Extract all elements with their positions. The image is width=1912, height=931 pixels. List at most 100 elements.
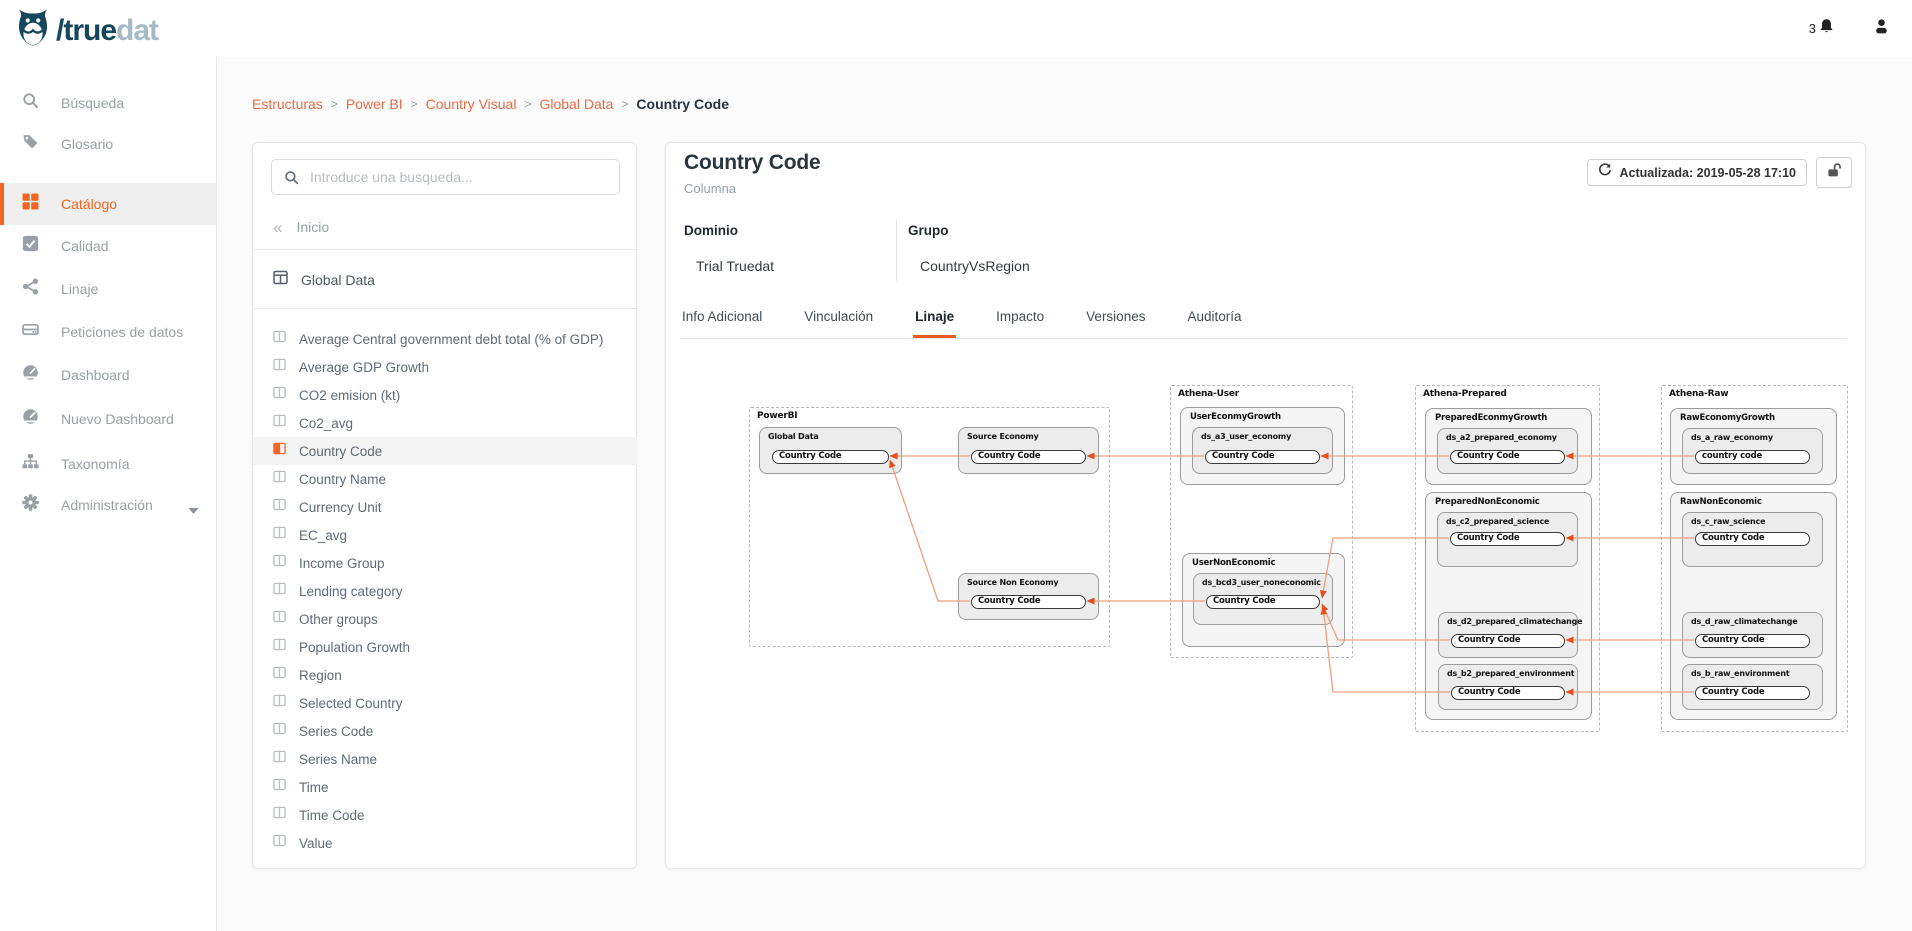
lineage-field-pill[interactable]: Country Code	[772, 450, 889, 464]
gauge-icon	[22, 408, 39, 430]
structure-item-selected[interactable]: Country Code	[253, 437, 637, 465]
refresh-updated-button[interactable]: Actualizada: 2019-05-28 17:10	[1587, 159, 1807, 186]
lineage-node[interactable]: ds_b2_prepared_environmentCountry Code	[1438, 664, 1578, 710]
lineage-field-pill[interactable]: Country Code	[1206, 595, 1320, 609]
lineage-node[interactable]: Source EconomyCountry Code	[958, 427, 1099, 474]
structure-item-label: CO2 emision (kt)	[299, 388, 400, 403]
columns-icon	[273, 582, 286, 600]
lineage-field-pill[interactable]: Country Code	[1695, 532, 1810, 546]
structure-item-label: Average Central government debt total (%…	[299, 332, 603, 347]
lineage-node[interactable]: ds_d_raw_climatechangeCountry Code	[1682, 612, 1823, 658]
columns-icon	[273, 554, 286, 572]
lineage-node[interactable]: Source Non EconomyCountry Code	[958, 573, 1099, 620]
columns-icon	[273, 638, 286, 656]
sidebar-item-busqueda[interactable]: Búsqueda	[0, 82, 217, 124]
structure-item[interactable]: Time Code	[253, 801, 637, 829]
lineage-node[interactable]: ds_a3_user_economy Country Code	[1192, 427, 1333, 474]
lineage-label: Athena-Raw	[1669, 389, 1728, 399]
detail-tabs: Info Adicional Vinculación Linaje Impact…	[680, 301, 1847, 339]
structure-item[interactable]: Value	[253, 829, 637, 857]
sidebar-item-linaje[interactable]: Linaje	[0, 268, 217, 310]
sidebar-item-administracion[interactable]: Administración	[0, 484, 217, 526]
lock-button[interactable]	[1816, 157, 1852, 188]
lineage-field-pill[interactable]: Country Code	[1695, 634, 1810, 648]
sidebar-item-glosario[interactable]: Glosario	[0, 123, 217, 165]
parent-structure-global-data[interactable]: Global Data	[273, 265, 375, 295]
breadcrumb-link[interactable]: Estructuras	[252, 96, 323, 112]
sidebar-item-taxonomia[interactable]: Taxonomía	[0, 443, 217, 485]
structure-item[interactable]: Currency Unit	[253, 493, 637, 521]
structure-item-label: Lending category	[299, 584, 403, 599]
lineage-node[interactable]: ds_b_raw_environmentCountry Code	[1682, 664, 1823, 710]
structure-item[interactable]: Population Growth	[253, 633, 637, 661]
lineage-node[interactable]: ds_c_raw_scienceCountry Code	[1682, 512, 1823, 567]
structure-item[interactable]: Other groups	[253, 605, 637, 633]
sidebar-item-dashboard[interactable]: Dashboard	[0, 354, 217, 396]
lineage-node[interactable]: ds_a2_prepared_economyCountry Code	[1437, 428, 1578, 474]
structure-item[interactable]: Region	[253, 661, 637, 689]
structure-item[interactable]: Time	[253, 773, 637, 801]
tab-versiones[interactable]: Versiones	[1084, 301, 1147, 338]
structure-item[interactable]: Series Code	[253, 717, 637, 745]
structure-item[interactable]: Income Group	[253, 549, 637, 577]
grupo-label: Grupo	[908, 223, 949, 238]
breadcrumb-link[interactable]: Country Visual	[426, 96, 517, 112]
sidebar-item-nuevo-dashboard[interactable]: Nuevo Dashboard	[0, 398, 217, 440]
lineage-field-pill[interactable]: Country Code	[1205, 450, 1320, 464]
lineage-label: PreparedEconmyGrowth	[1435, 413, 1547, 423]
columns-icon	[273, 750, 286, 768]
lineage-node[interactable]: ds_c2_prepared_scienceCountry Code	[1437, 512, 1578, 567]
breadcrumb-link[interactable]: Power BI	[346, 96, 403, 112]
structures-search	[271, 159, 620, 195]
search-input[interactable]	[310, 161, 610, 193]
structure-item[interactable]: Country Name	[253, 465, 637, 493]
columns-icon	[273, 806, 286, 824]
lineage-label: Global Data	[768, 432, 819, 441]
breadcrumb-link[interactable]: Global Data	[539, 96, 613, 112]
tab-vinculacion[interactable]: Vinculación	[802, 301, 875, 338]
tab-info-adicional[interactable]: Info Adicional	[680, 301, 764, 338]
lineage-label: UserNonEconomic	[1192, 558, 1275, 568]
user-menu-button[interactable]	[1873, 18, 1890, 40]
lineage-node[interactable]: ds_bcd3_user_noneconomicCountry Code	[1193, 573, 1333, 625]
lineage-field-pill[interactable]: Country Code	[971, 595, 1086, 609]
tab-auditoria[interactable]: Auditoría	[1185, 301, 1243, 338]
lineage-field-pill[interactable]: Country Code	[1451, 686, 1565, 700]
lineage-label: ds_a3_user_economy	[1201, 432, 1291, 441]
lineage-node[interactable]: ds_a_raw_economycountry code	[1682, 428, 1823, 474]
structure-item-label: Series Code	[299, 724, 373, 739]
tab-impacto[interactable]: Impacto	[994, 301, 1046, 338]
breadcrumb: Estructuras > Power BI > Country Visual …	[252, 96, 729, 112]
structure-item[interactable]: CO2 emision (kt)	[253, 381, 637, 409]
tab-linaje[interactable]: Linaje	[913, 301, 956, 338]
structure-item[interactable]: Average GDP Growth	[253, 353, 637, 381]
tags-icon	[22, 133, 39, 155]
lineage-node[interactable]: Global Data Country Code	[759, 427, 902, 474]
lineage-field-pill[interactable]: Country Code	[1450, 532, 1565, 546]
lineage-field-pill[interactable]: Country Code	[971, 450, 1086, 464]
structure-item[interactable]: Co2_avg	[253, 409, 637, 437]
sidebar-item-label: Calidad	[61, 238, 108, 254]
structure-item[interactable]: Selected Country	[253, 689, 637, 717]
parent-structure-label: Global Data	[301, 272, 375, 288]
lineage-field-pill[interactable]: Country Code	[1450, 450, 1565, 464]
structure-item[interactable]: Average Central government debt total (%…	[253, 325, 637, 353]
sidebar-item-catalogo[interactable]: Catálogo	[0, 183, 217, 225]
back-to-start-button[interactable]: « Inicio	[273, 213, 329, 241]
sidebar-item-calidad[interactable]: Calidad	[0, 225, 217, 267]
sidebar-item-label: Búsqueda	[61, 95, 124, 111]
notifications-button[interactable]: 3	[1809, 18, 1835, 40]
truedat-logo[interactable]: /truedat	[14, 7, 158, 54]
structure-item-label: Country Code	[299, 444, 382, 459]
structure-item[interactable]: Series Name	[253, 745, 637, 773]
structure-item[interactable]: Lending category	[253, 577, 637, 605]
sidebar-item-peticiones[interactable]: Peticiones de datos	[0, 311, 217, 353]
columns-icon	[273, 470, 286, 488]
lineage-node[interactable]: ds_d2_prepared_climatechangeCountry Code	[1438, 612, 1578, 658]
lineage-field-pill[interactable]: Country Code	[1695, 686, 1810, 700]
bell-icon	[1818, 18, 1835, 40]
lineage-field-pill[interactable]: country code	[1695, 450, 1810, 464]
chevron-down-icon	[188, 502, 199, 520]
structure-item[interactable]: EC_avg	[253, 521, 637, 549]
lineage-field-pill[interactable]: Country Code	[1451, 634, 1565, 648]
